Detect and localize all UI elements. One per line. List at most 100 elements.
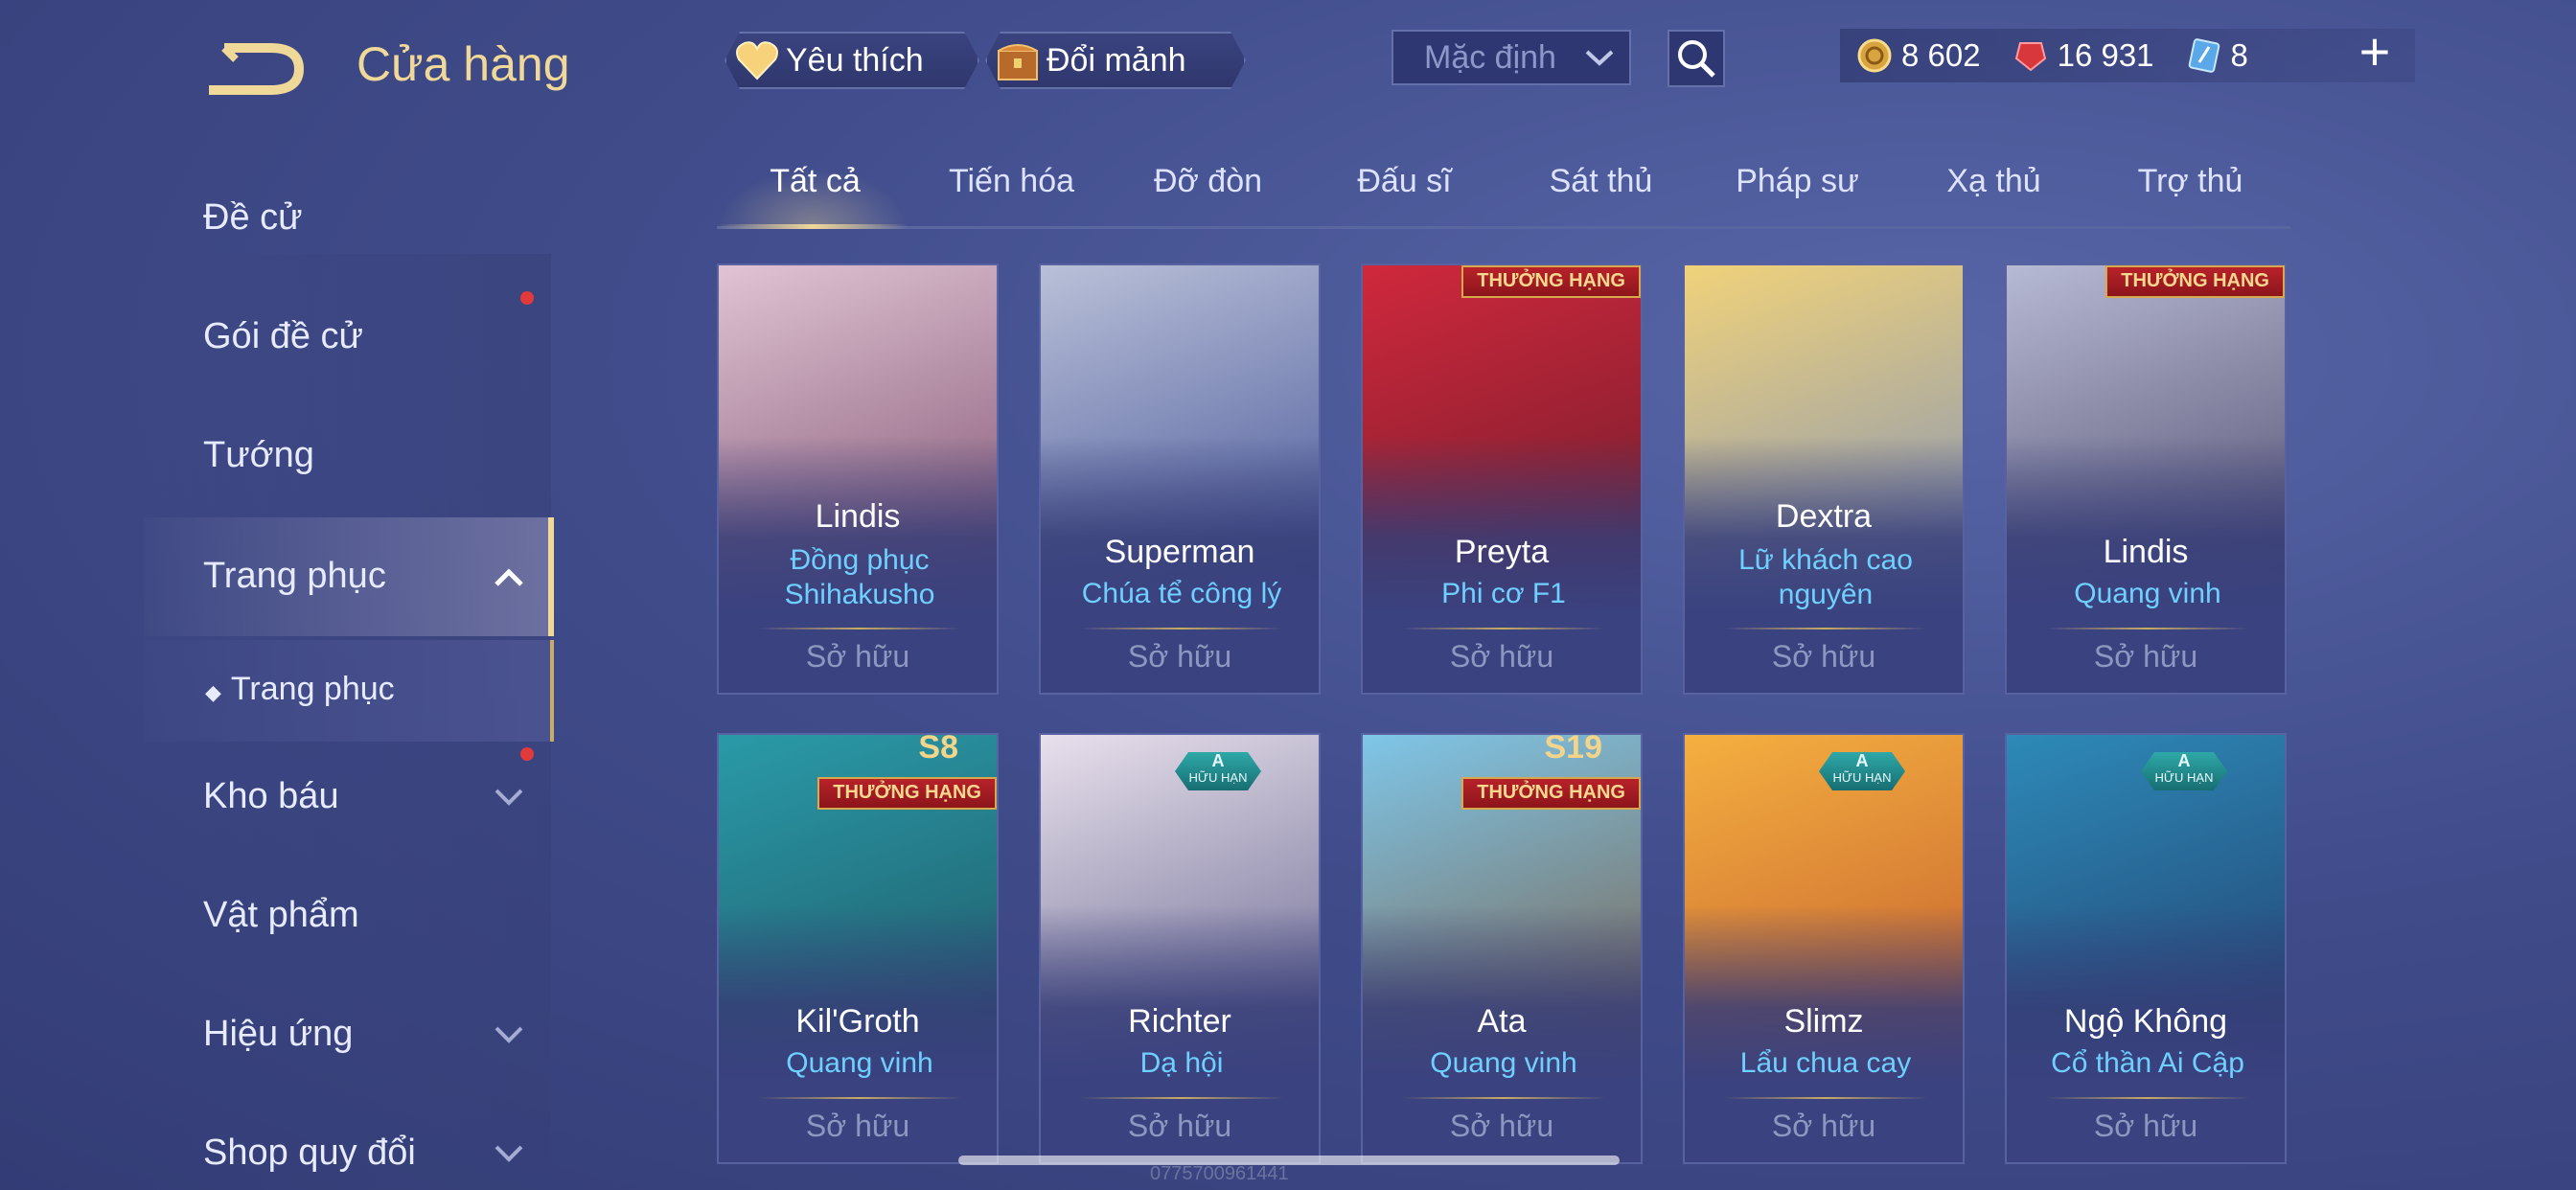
scrollbar[interactable] — [958, 1156, 1620, 1165]
premium-badge: THƯỞNG HẠNG — [2105, 265, 2285, 298]
card-divider — [1079, 1097, 1284, 1099]
skin-name: Quang vinh — [786, 1047, 933, 1079]
season-badge: S8 — [918, 733, 958, 766]
owned-status: Sở hữu — [1449, 1109, 1554, 1143]
favorites-button[interactable]: Yêu thích — [724, 32, 979, 89]
chevron-down-icon[interactable] — [493, 1018, 525, 1050]
hero-name: Ata — [1477, 1003, 1527, 1040]
sort-dropdown[interactable]: Mặc định — [1392, 30, 1631, 85]
sidebar-subitem-skins[interactable]: ◆ Trang phục — [205, 671, 395, 708]
gold-balance: 8 602 — [1855, 36, 1981, 75]
skin-name: Phi cơ F1 — [1441, 578, 1566, 609]
limited-badge-label: HỮU HẠN — [1832, 770, 1892, 785]
sidebar-item-recommended[interactable]: Đề cử — [203, 197, 303, 239]
owned-status: Sở hữu — [1771, 1109, 1876, 1143]
premium-badge: THƯỞNG HẠNG — [1461, 777, 1641, 810]
voucher-amount: 8 — [2230, 37, 2248, 73]
fragment-exchange-button[interactable]: Đổi mảnh — [985, 32, 1246, 89]
chevron-down-icon[interactable] — [493, 780, 525, 812]
season-badge: S19 — [1544, 733, 1603, 766]
owned-status: Sở hữu — [1127, 1109, 1232, 1143]
notification-dot — [520, 747, 534, 761]
skin-name: Dạ hội — [1139, 1047, 1224, 1079]
premium-badge: THƯỞNG HẠNG — [817, 777, 997, 810]
chevron-down-icon[interactable] — [493, 1136, 525, 1169]
sidebar-item-effects[interactable]: Hiệu ứng — [203, 1014, 353, 1055]
limited-badge: A HỮU HẠN — [1819, 752, 1905, 790]
voucher-balance: 8 — [2185, 36, 2248, 75]
limited-badge-label: HỮU HẠN — [1188, 770, 1248, 785]
sort-value: Mặc định — [1424, 38, 1556, 76]
limited-badge-grade: A — [1211, 751, 1225, 770]
skin-name: Cổ thần Ai Cập — [2051, 1047, 2244, 1079]
chest-icon — [995, 37, 1041, 83]
sidebar-item-recommended-bundles[interactable]: Gói đề cử — [203, 316, 363, 357]
skin-card[interactable]: THƯỞNG HẠNG Lindis Quang vinh Sở hữu — [2005, 263, 2287, 695]
plus-icon[interactable]: + — [2350, 25, 2400, 80]
owned-status: Sở hữu — [1771, 639, 1876, 674]
skin-card[interactable]: A HỮU HẠN Richter Dạ hội Sở hữu — [1039, 733, 1321, 1164]
tab-fighter[interactable]: Đấu sĩ — [1306, 163, 1503, 200]
tab-evolution[interactable]: Tiến hóa — [913, 163, 1110, 200]
card-divider — [1079, 628, 1284, 629]
limited-badge-grade: A — [1855, 751, 1869, 770]
hero-name: Lindis — [2103, 534, 2189, 570]
card-divider — [1401, 1097, 1606, 1099]
premium-badge: THƯỞNG HẠNG — [1461, 265, 1641, 298]
skin-card[interactable]: A HỮU HẠN Slimz Lẩu chua cay Sở hữu — [1683, 733, 1965, 1164]
card-divider — [1401, 628, 1606, 629]
skin-card[interactable]: THƯỞNG HẠNG Preyta Phi cơ F1 Sở hữu — [1361, 263, 1643, 695]
tab-marksman[interactable]: Xạ thủ — [1896, 163, 2092, 200]
skin-name: Lữ khách cao nguyên — [1738, 544, 1913, 610]
search-button[interactable] — [1668, 30, 1725, 87]
skin-card[interactable]: A HỮU HẠN Ngộ Không Cổ thần Ai Cập Sở hữu — [2005, 733, 2287, 1164]
chevron-down-icon — [1585, 50, 1614, 66]
skin-card[interactable]: THƯỞNG HẠNG S19 Ata Quang vinh Sở hữu — [1361, 733, 1643, 1164]
hero-name: Kil'Groth — [795, 1003, 920, 1040]
limited-badge: A HỮU HẠN — [1175, 752, 1261, 790]
skin-card[interactable]: Lindis Đồng phục Shihakusho Sở hữu — [717, 263, 999, 695]
notification-dot — [520, 291, 534, 305]
owned-status: Sở hữu — [2093, 1109, 2198, 1143]
tab-tank[interactable]: Đỡ đòn — [1110, 163, 1306, 200]
tab-mage[interactable]: Pháp sư — [1699, 163, 1896, 200]
gem-balance: 16 931 — [2012, 36, 2154, 75]
hero-name: Preyta — [1454, 534, 1550, 570]
owned-status: Sở hữu — [1127, 639, 1232, 674]
limited-badge-label: HỮU HẠN — [2154, 770, 2214, 785]
hero-name: Slimz — [1783, 1003, 1864, 1040]
sidebar-item-heroes[interactable]: Tướng — [203, 435, 314, 476]
skin-name: Đồng phục Shihakusho — [784, 544, 935, 610]
sidebar: Đề cử Gói đề cử Tướng Trang phục ◆ Trang … — [0, 0, 556, 1190]
skin-card[interactable]: Dextra Lữ khách cao nguyên Sở hữu — [1683, 263, 1965, 695]
tab-all[interactable]: Tất cả — [717, 163, 913, 200]
sidebar-item-items[interactable]: Vật phẩm — [203, 895, 359, 936]
sidebar-item-skins[interactable]: Trang phục — [203, 556, 386, 597]
card-divider — [2045, 628, 2250, 629]
gold-coin-icon — [1855, 36, 1894, 75]
page-title: Cửa hàng — [356, 37, 570, 91]
owned-status: Sở hữu — [805, 639, 910, 674]
voucher-icon — [2185, 36, 2223, 75]
card-divider — [1723, 1097, 1928, 1099]
card-divider — [757, 628, 962, 629]
card-divider — [2045, 1097, 2250, 1099]
card-divider — [757, 1097, 962, 1099]
owned-status: Sở hữu — [1449, 639, 1554, 674]
sidebar-item-treasure[interactable]: Kho báu — [203, 776, 339, 817]
back-arrow-icon[interactable] — [203, 36, 309, 100]
skin-name: Quang vinh — [2074, 578, 2221, 609]
skin-name: Lẩu chua cay — [1739, 1047, 1912, 1079]
card-divider — [1723, 628, 1928, 629]
skin-card[interactable]: Superman Chúa tể công lý Sở hữu — [1039, 263, 1321, 695]
sidebar-item-exchange-shop[interactable]: Shop quy đổi — [203, 1133, 416, 1174]
chevron-up-icon[interactable] — [493, 561, 525, 594]
hero-name: Superman — [1104, 534, 1255, 570]
tab-assassin[interactable]: Sát thủ — [1503, 163, 1699, 200]
diamond-bullet-icon: ◆ — [205, 680, 221, 704]
skin-card[interactable]: THƯỞNG HẠNG S8 Kil'Groth Quang vinh Sở hữu — [717, 733, 999, 1164]
active-tab-underline — [717, 224, 908, 229]
category-tabs: Tất cả Tiến hóa Đỡ đòn Đấu sĩ Sát thủ Ph… — [717, 153, 2290, 229]
tab-support[interactable]: Trợ thủ — [2092, 163, 2288, 200]
limited-badge-grade: A — [2177, 751, 2191, 770]
